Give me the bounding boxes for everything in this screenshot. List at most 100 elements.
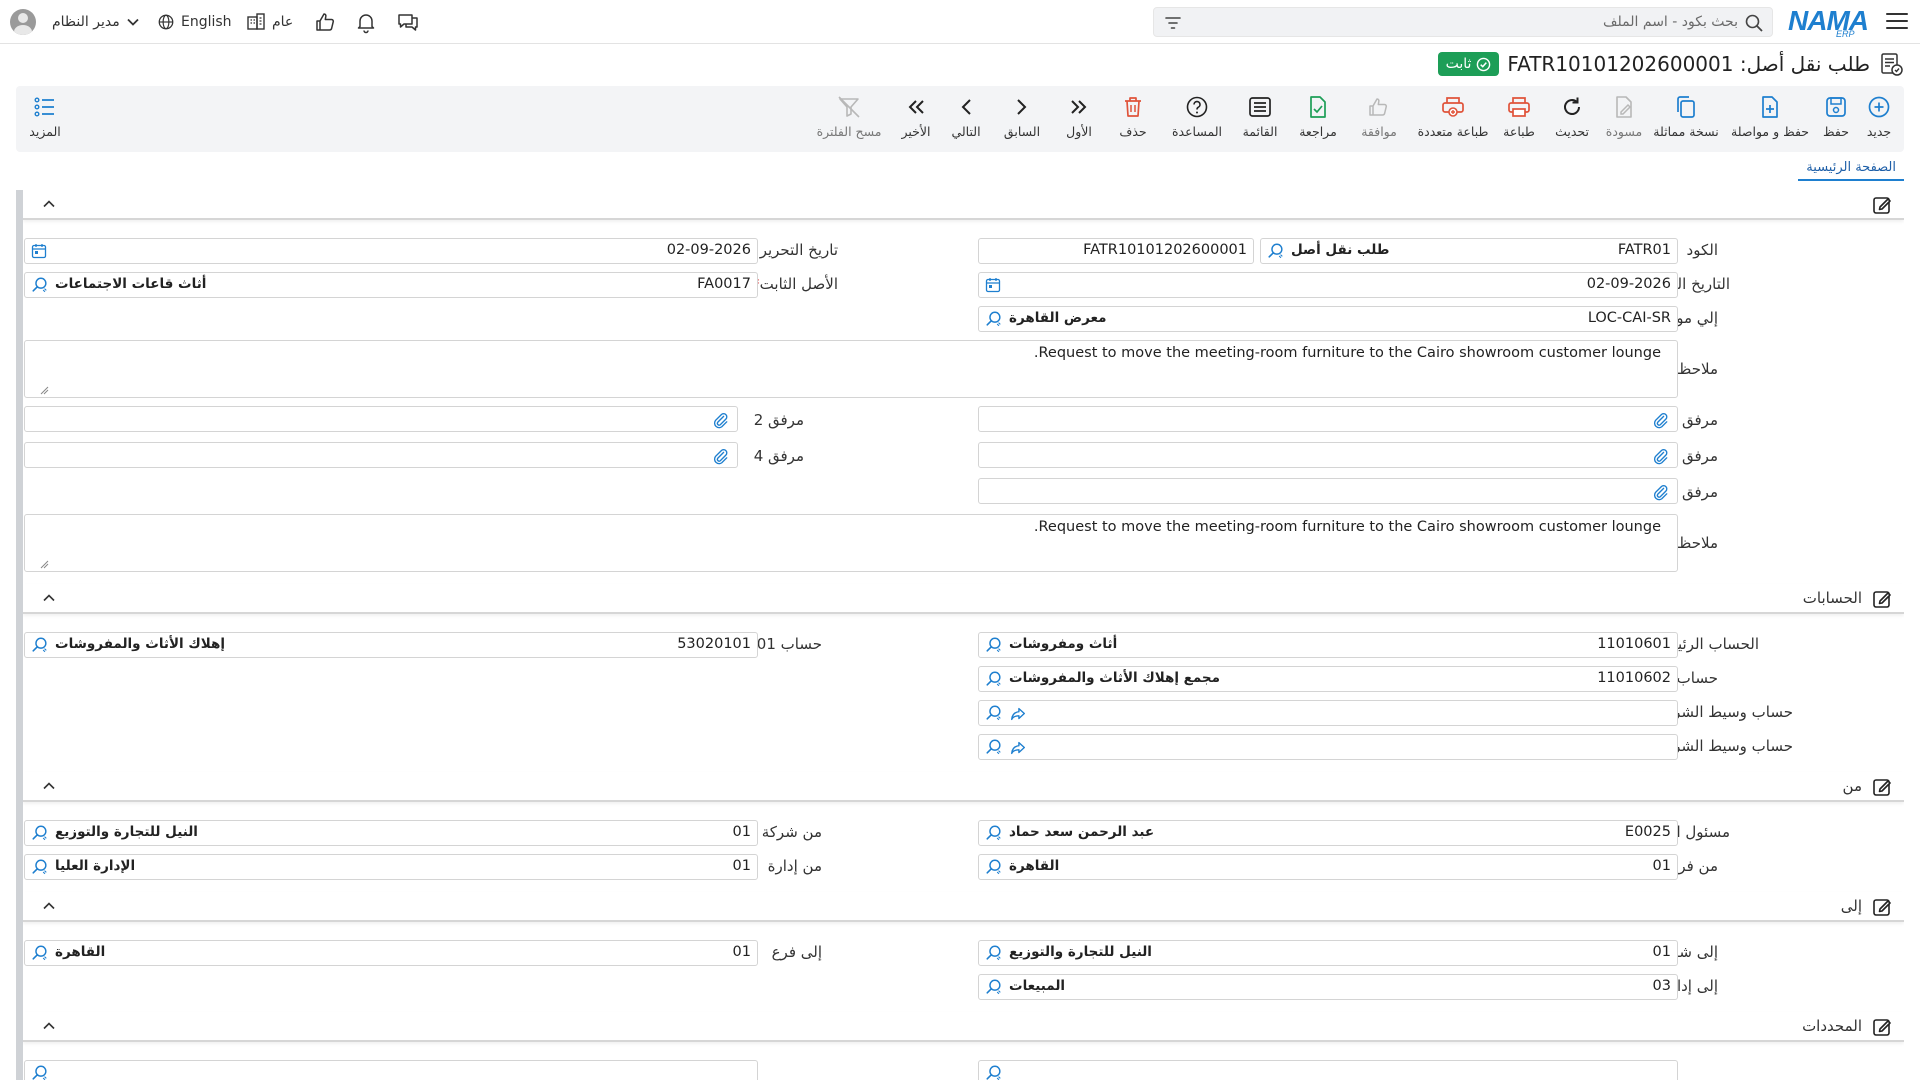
from-company-label: من شركة xyxy=(761,823,822,841)
share-icon[interactable] xyxy=(1009,705,1027,723)
list-button[interactable]: القائمة xyxy=(1238,94,1282,139)
first-button[interactable]: الأول xyxy=(1061,94,1097,139)
language-switch[interactable]: English xyxy=(157,9,232,35)
edit-date-field[interactable]: 02-09-2026 xyxy=(24,238,758,264)
attachment-3-field[interactable] xyxy=(978,442,1678,468)
notifications-button[interactable] xyxy=(354,9,378,35)
notes-2-textarea[interactable]: Request to move the meeting-room furnitu… xyxy=(24,514,1678,572)
next-button[interactable]: التالي xyxy=(946,94,986,139)
search-input[interactable] xyxy=(1198,8,1738,36)
collapse-icon[interactable] xyxy=(41,898,57,914)
collapse-icon[interactable] xyxy=(41,778,57,794)
lookup-icon[interactable] xyxy=(31,824,49,842)
to-dept-field[interactable]: 03 المبيعات xyxy=(978,974,1678,1000)
paperclip-icon[interactable] xyxy=(1651,447,1669,465)
save-button[interactable]: حفظ xyxy=(1814,94,1858,139)
to-location-field[interactable]: LOC-CAI-SR معرض القاهرة xyxy=(978,306,1678,332)
copy-icon xyxy=(1677,96,1695,118)
intercompany-1-field[interactable] xyxy=(978,700,1678,726)
collapse-icon[interactable] xyxy=(41,1018,57,1034)
notes-textarea[interactable]: Request to move the meeting-room furnitu… xyxy=(24,340,1678,398)
calendar-icon[interactable] xyxy=(985,277,1001,293)
dims-field-2[interactable] xyxy=(24,1060,758,1080)
code-field[interactable]: FATR01 طلب نقل أصل xyxy=(1260,238,1678,264)
share-icon[interactable] xyxy=(1009,739,1027,757)
messages-button[interactable] xyxy=(396,9,420,35)
lookup-icon[interactable] xyxy=(31,858,49,876)
tab-main[interactable]: الصفحة الرئيسية xyxy=(1798,156,1904,181)
lookup-icon[interactable] xyxy=(985,704,1003,722)
duplicate-button[interactable]: نسخة مماثلة xyxy=(1653,94,1719,139)
multi-print-button[interactable]: طباعة متعددة xyxy=(1418,94,1488,139)
calendar-icon[interactable] xyxy=(31,243,47,259)
from-company-field[interactable]: 01 النيل للتجارة والتوزيع xyxy=(24,820,758,846)
lookup-icon[interactable] xyxy=(985,310,1003,328)
user-name: مدير النظام xyxy=(52,14,120,30)
draft-button[interactable]: مسودة xyxy=(1604,94,1644,139)
edit-icon xyxy=(1872,589,1892,609)
chat-icon xyxy=(398,14,418,31)
search-icon[interactable] xyxy=(1744,13,1764,33)
custodian-field[interactable]: E0025 عبد الرحمن سعد حماد xyxy=(978,820,1678,846)
save-continue-button[interactable]: حفظ و مواصلة xyxy=(1730,94,1810,139)
account-02-field[interactable]: 11010602 مجمع إهلاك الأثاث والمفروشات xyxy=(978,666,1678,692)
paperclip-icon[interactable] xyxy=(1651,483,1669,501)
lookup-icon[interactable] xyxy=(985,1064,1003,1080)
print-button[interactable]: طباعة xyxy=(1501,94,1537,139)
attachment-4-field[interactable] xyxy=(24,442,738,468)
from-dept-field[interactable]: 01 الإدارة العليا xyxy=(24,854,758,880)
to-branch-field[interactable]: 01 القاهرة xyxy=(24,940,758,966)
clear-filter-button[interactable]: مسح الفلترة xyxy=(816,94,882,139)
from-branch-field[interactable]: 01 القاهرة xyxy=(978,854,1678,880)
file-plus-icon xyxy=(1762,96,1778,118)
paperclip-icon[interactable] xyxy=(711,411,729,429)
lookup-icon[interactable] xyxy=(985,978,1003,996)
last-button[interactable]: الأخير xyxy=(896,94,936,139)
previous-button[interactable]: السابق xyxy=(1002,94,1042,139)
code-desc: طلب نقل أصل xyxy=(1291,242,1390,258)
intercompany-2-field[interactable] xyxy=(978,734,1678,760)
edit-date-label: تاريخ التحرير xyxy=(759,241,838,259)
collapse-icon[interactable] xyxy=(41,196,57,212)
attachment-2-field[interactable] xyxy=(24,406,738,432)
lookup-icon[interactable] xyxy=(985,824,1003,842)
user-menu[interactable]: مدير النظام xyxy=(10,9,140,35)
paperclip-icon[interactable] xyxy=(711,447,729,465)
fixed-asset-field[interactable]: FA0017 أثاث قاعات الاجتماعات xyxy=(24,272,758,298)
scope-switch[interactable]: عام xyxy=(246,9,293,35)
lookup-icon[interactable] xyxy=(31,944,49,962)
lookup-icon[interactable] xyxy=(985,858,1003,876)
review-button[interactable]: مراجعة xyxy=(1296,94,1340,139)
lookup-icon[interactable] xyxy=(31,1064,49,1080)
help-button[interactable]: المساعدة xyxy=(1169,94,1225,139)
lookup-icon[interactable] xyxy=(1267,242,1285,260)
filter-icon[interactable] xyxy=(1164,14,1182,32)
menu-icon[interactable] xyxy=(1886,10,1908,32)
lookup-icon[interactable] xyxy=(985,738,1003,756)
main-account-field[interactable]: 11010601 أثاث ومفروشات xyxy=(978,632,1678,658)
lookup-icon[interactable] xyxy=(31,276,49,294)
collapse-icon[interactable] xyxy=(41,590,57,606)
lookup-icon[interactable] xyxy=(985,944,1003,962)
like-button[interactable] xyxy=(313,9,337,35)
resize-handle-icon[interactable] xyxy=(39,559,49,569)
attachment-1-field[interactable] xyxy=(978,406,1678,432)
lookup-icon[interactable] xyxy=(31,636,49,654)
new-button[interactable]: جديد xyxy=(1856,94,1902,139)
more-button[interactable]: المزيد xyxy=(28,94,62,139)
paperclip-icon[interactable] xyxy=(1651,411,1669,429)
actual-date-field[interactable]: 02-09-2026 xyxy=(978,272,1678,298)
lookup-icon[interactable] xyxy=(985,670,1003,688)
filter-clear-icon xyxy=(838,96,860,118)
refresh-button[interactable]: تحديث xyxy=(1554,94,1590,139)
to-company-field[interactable]: 01 النيل للتجارة والتوزيع xyxy=(978,940,1678,966)
dims-field-1[interactable] xyxy=(978,1060,1678,1080)
lookup-icon[interactable] xyxy=(985,636,1003,654)
globe-icon xyxy=(158,14,174,30)
approve-button[interactable]: موافقة xyxy=(1354,94,1404,139)
delete-button[interactable]: حذف xyxy=(1116,94,1150,139)
document-icon xyxy=(1881,53,1903,76)
resize-handle-icon[interactable] xyxy=(39,385,49,395)
attachment-5-field[interactable] xyxy=(978,478,1678,504)
account-01-field[interactable]: 53020101 إهلاك الأثاث والمفروشات xyxy=(24,632,758,658)
